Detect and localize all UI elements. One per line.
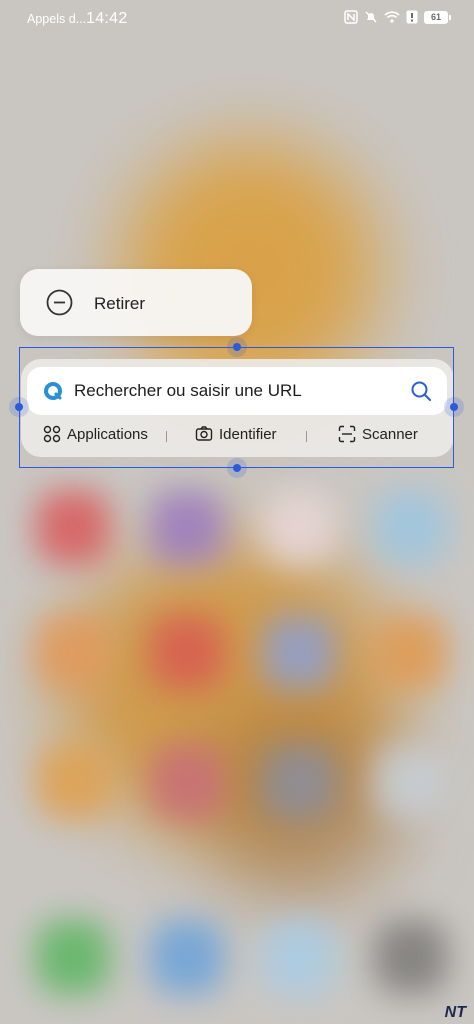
app-icon-blurred[interactable] <box>36 745 110 819</box>
status-carrier: Appels d... <box>27 12 87 26</box>
app-icon-blurred[interactable] <box>36 615 110 689</box>
app-icon-blurred[interactable] <box>374 615 448 689</box>
app-icon-blurred[interactable] <box>262 615 336 689</box>
battery-icon: 61 <box>424 10 451 24</box>
status-icons: 61 <box>344 10 451 24</box>
app-icon-blurred[interactable] <box>36 490 110 564</box>
remove-menu[interactable]: Retirer <box>20 269 252 336</box>
app-icon-blurred[interactable] <box>262 490 336 564</box>
resize-handle-bottom[interactable] <box>233 464 241 472</box>
nfc-icon <box>344 10 358 24</box>
alert-icon <box>406 10 418 24</box>
bell-off-icon <box>364 10 378 24</box>
resize-handle-left[interactable] <box>15 403 23 411</box>
app-icon-blurred[interactable] <box>262 745 336 819</box>
remove-label[interactable]: Retirer <box>94 294 145 314</box>
wifi-icon <box>384 10 400 24</box>
watermark-logo: NT <box>444 1004 466 1021</box>
dock-icon-blurred[interactable] <box>150 920 224 994</box>
app-icon-blurred[interactable] <box>374 490 448 564</box>
resize-handle-top[interactable] <box>233 343 241 351</box>
minus-circle-icon <box>46 289 73 316</box>
app-icon-blurred[interactable] <box>150 615 224 689</box>
wallpaper <box>0 0 474 1024</box>
dock-icon-blurred[interactable] <box>36 920 110 994</box>
app-icon-blurred[interactable] <box>150 490 224 564</box>
app-icon-blurred[interactable] <box>150 745 224 819</box>
dock-icon-blurred[interactable] <box>262 920 336 994</box>
status-time: 14:42 <box>86 10 128 27</box>
dock-icon-blurred[interactable] <box>374 920 448 994</box>
resize-handle-right[interactable] <box>450 403 458 411</box>
widget-selection-frame <box>19 347 454 468</box>
status-bar: Appels d... 14:42 61 <box>0 0 474 38</box>
app-icon-blurred[interactable] <box>374 745 448 819</box>
